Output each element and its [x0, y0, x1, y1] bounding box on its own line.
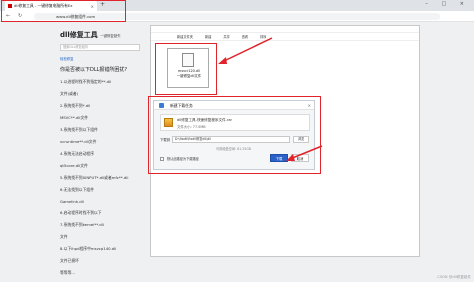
screenshot-frame: dll修复工具 - 一键修复电脑所有Ex × + – □ × ← ↻ www.d… — [0, 0, 474, 282]
error-list-item[interactable]: 8.以下lhpd程序中msvcp140.dll — [60, 246, 152, 252]
highlight-box-url — [1, 0, 126, 22]
error-list-item[interactable]: 文件已损坏 — [60, 258, 152, 264]
site-logo-text: dll修复工具 — [60, 31, 98, 39]
highlight-box-file — [155, 43, 217, 95]
list-title: 你是否被以下DLL报错所困扰? — [60, 67, 128, 73]
menu-item[interactable]: 共享 — [223, 34, 229, 39]
menu-item[interactable]: 新建文件夹 — [177, 34, 193, 39]
explorer-titlebar — [151, 26, 419, 33]
section-link[interactable]: 轻松修复 — [60, 56, 152, 61]
error-list-item[interactable]: vcruntime**.dll文件 — [60, 139, 152, 145]
error-list-item[interactable]: 文件 — [60, 234, 152, 240]
watermark-text: CSDN @dll修复组件 — [437, 275, 471, 279]
error-list-item[interactable]: 6.启动程序时找不到以下 — [60, 210, 152, 216]
error-list-item[interactable]: Gamelink.dll — [60, 199, 152, 204]
error-list-item[interactable]: 文件(或者) — [60, 91, 152, 97]
error-list-item[interactable]: 4.系统无法启动程序 — [60, 151, 152, 157]
error-list-item[interactable]: qt5core.dll文件 — [60, 163, 152, 169]
menu-item[interactable]: 新建 — [205, 34, 211, 39]
error-list-item[interactable]: 5.系统找不到XINPUT*.dll或者mfc**.dll — [60, 175, 152, 181]
error-list-item[interactable]: 6.无法找到以下组件 — [60, 187, 152, 193]
error-list-item[interactable]: 等等等... — [60, 270, 152, 276]
error-list-item[interactable]: MSVC**.dll文件 — [60, 115, 152, 121]
error-list-item[interactable]: 2.系统找不到*.dll — [60, 103, 152, 109]
site-logo[interactable]: dll修复工具 一键修复缺失 — [60, 30, 152, 40]
error-list-item[interactable]: 7.系统找不到kernel**.dll — [60, 222, 152, 228]
error-list: 1.以进程时找不到指定的**.dll 文件(或者) 2.系统找不到*.dll MSVC… — [60, 79, 152, 276]
menu-item[interactable]: 查看 — [242, 34, 248, 39]
menu-item[interactable]: 排序 — [260, 34, 266, 39]
site-left-column: dll修复工具 一键修复缺失 搜索DLL修复组件 轻松修复 你是否被以下DLL报… — [60, 30, 152, 276]
error-list-item[interactable]: 3.系统找不到以下组件 — [60, 127, 152, 133]
window-controls[interactable]: – □ × — [425, 1, 470, 7]
explorer-menu: 新建文件夹 新建 共享 查看 排序 — [151, 33, 419, 41]
site-search-input[interactable]: 搜索DLL修复组件 — [60, 44, 140, 51]
highlight-box-dialog — [148, 96, 321, 174]
error-list-item[interactable]: 1.以进程时找不到指定的**.dll — [60, 79, 152, 85]
site-logo-sub: 一键修复缺失 — [100, 34, 121, 38]
